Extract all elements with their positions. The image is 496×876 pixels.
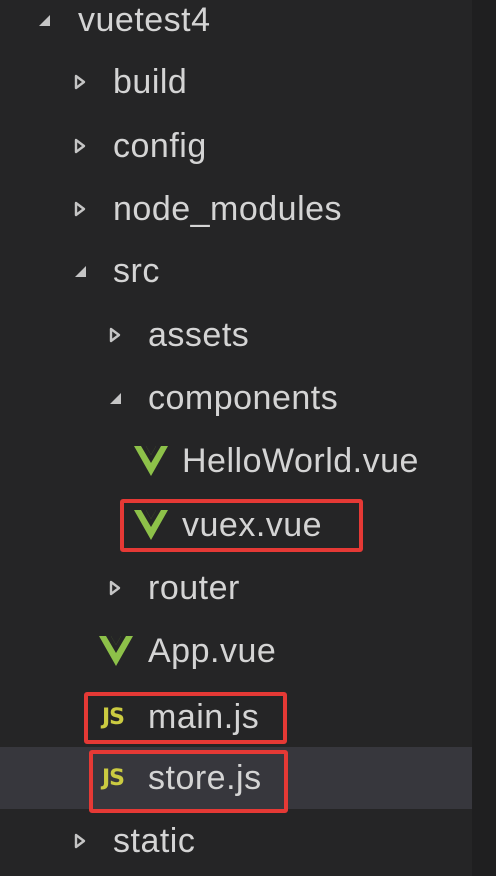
scrollbar-track[interactable]: [472, 0, 496, 876]
tree-item-label: vuex.vue: [182, 506, 323, 544]
javascript-file-icon: JS: [101, 765, 125, 791]
tree-item-vuetest4[interactable]: vuetest4: [0, 0, 472, 51]
tree-item-config[interactable]: config: [0, 115, 472, 177]
vue-icon: [134, 444, 168, 478]
file-explorer: vuetest4 build config node_modules src a…: [0, 0, 496, 876]
tree-item-label: build: [113, 63, 188, 101]
tree-item-label: config: [113, 127, 207, 165]
chevron-down-icon[interactable]: [36, 12, 52, 28]
tree-item-label: assets: [148, 316, 250, 354]
tree-item-components[interactable]: components: [0, 367, 472, 429]
tree-item-label: App.vue: [148, 632, 277, 670]
chevron-right-icon[interactable]: [72, 201, 88, 217]
tree-item-label: node_modules: [113, 190, 343, 228]
vue-icon: [134, 508, 168, 542]
vue-icon: [99, 634, 133, 668]
tree-item-label: HelloWorld.vue: [182, 442, 419, 480]
tree-item-main-js[interactable]: JS main.js: [0, 686, 472, 748]
tree-item-static[interactable]: static: [0, 810, 472, 872]
tree-item-store-js[interactable]: JS store.js: [0, 747, 472, 809]
chevron-right-icon[interactable]: [72, 833, 88, 849]
tree-item-label: vuetest4: [78, 1, 211, 39]
chevron-right-icon[interactable]: [107, 580, 123, 596]
tree-item-node-modules[interactable]: node_modules: [0, 178, 472, 240]
tree-item-label: static: [113, 822, 196, 860]
tree-item-assets[interactable]: assets: [0, 304, 472, 366]
tree-item-vuex-vue[interactable]: vuex.vue: [0, 494, 472, 556]
tree-item-app-vue[interactable]: App.vue: [0, 620, 472, 682]
tree-item-label: main.js: [148, 698, 260, 736]
tree-item-label: store.js: [148, 759, 262, 797]
tree-item-router[interactable]: router: [0, 557, 472, 619]
tree-item-src[interactable]: src: [0, 240, 472, 302]
chevron-down-icon[interactable]: [72, 263, 88, 279]
chevron-right-icon[interactable]: [72, 74, 88, 90]
chevron-right-icon[interactable]: [107, 327, 123, 343]
tree-item-helloworld-vue[interactable]: HelloWorld.vue: [0, 430, 472, 492]
tree-item-build[interactable]: build: [0, 51, 472, 113]
tree-item-label: components: [148, 379, 339, 417]
chevron-right-icon[interactable]: [72, 138, 88, 154]
tree-item-label: src: [113, 252, 160, 290]
tree-item-label: router: [148, 569, 240, 607]
chevron-down-icon[interactable]: [107, 390, 123, 406]
javascript-file-icon: JS: [101, 704, 125, 730]
